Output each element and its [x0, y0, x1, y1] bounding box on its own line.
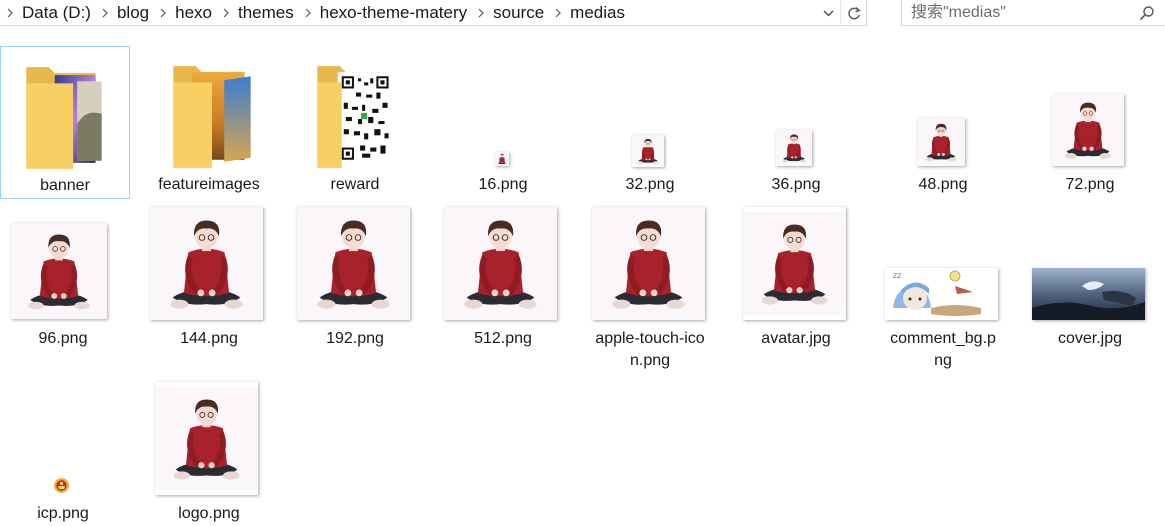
file-item-avatar-jpg[interactable]: avatar.jpg: [733, 200, 859, 370]
file-item-cover-jpg[interactable]: cover.jpg: [1027, 200, 1153, 370]
chevron-right-icon[interactable]: [471, 1, 491, 25]
breadcrumb-item-source[interactable]: source: [491, 1, 548, 25]
chevron-right-icon[interactable]: [548, 1, 568, 25]
file-name-label: featureimages: [158, 176, 260, 193]
folder-item-banner[interactable]: banner: [0, 46, 130, 199]
file-item-96-png[interactable]: 96.png: [0, 200, 126, 370]
image-thumbnail: [776, 130, 812, 166]
breadcrumb-item-themes[interactable]: themes: [236, 1, 298, 25]
folder-icon: [26, 67, 102, 169]
file-item-logo-png[interactable]: logo.png: [146, 375, 272, 527]
image-thumbnail: [11, 223, 107, 319]
image-thumbnail: [297, 207, 410, 320]
image-thumbnail: [495, 152, 509, 166]
file-name-label: 192.png: [326, 330, 384, 347]
file-item-32-png[interactable]: 32.png: [587, 46, 713, 199]
image-thumbnail: [917, 118, 965, 166]
image-thumbnail: [150, 207, 263, 320]
image-thumbnail: [53, 477, 70, 494]
search-icon[interactable]: [1139, 5, 1155, 21]
file-name-label: avatar.jpg: [761, 330, 831, 347]
file-name-label: 16.png: [478, 176, 528, 193]
folder-icon: [317, 66, 393, 168]
folder-icon: [173, 66, 251, 168]
chevron-right-icon[interactable]: [216, 1, 236, 25]
file-item-144-png[interactable]: 144.png: [146, 200, 272, 370]
file-name-label: 144.png: [180, 330, 238, 347]
folder-item-reward[interactable]: reward: [292, 46, 418, 199]
breadcrumb-item-medias[interactable]: medias: [568, 1, 629, 25]
chevron-down-icon[interactable]: [818, 0, 838, 26]
file-item-comment-bg-png[interactable]: ZZ comment_bg.p ng: [880, 200, 1006, 370]
chevron-right-icon[interactable]: [153, 1, 173, 25]
file-name-label: 32.png: [625, 176, 675, 193]
file-item-36-png[interactable]: 36.png: [733, 46, 859, 199]
file-name-label: apple-touch-ico: [595, 330, 705, 347]
file-item-72-png[interactable]: 72.png: [1027, 46, 1153, 199]
file-name-label: cover.jpg: [1057, 330, 1123, 347]
image-thumbnail: [632, 135, 664, 167]
refresh-icon[interactable]: [840, 0, 866, 26]
file-item-512-png[interactable]: 512.png: [440, 200, 566, 370]
file-name-label: comment_bg.p: [890, 330, 996, 347]
address-bar[interactable]: Data (D:) blog hexo themes hexo-theme-ma…: [0, 0, 867, 26]
file-name-label: 36.png: [771, 176, 821, 193]
file-item-apple-touch-icon-png[interactable]: apple-touch-ico n.png: [587, 200, 713, 370]
file-name-label: banner: [40, 177, 90, 194]
image-thumbnail: [1032, 268, 1145, 320]
file-name-label: icp.png: [37, 505, 89, 522]
search-input[interactable]: [902, 0, 1122, 25]
file-name-label-line2: n.png: [629, 352, 671, 369]
file-name-label: logo.png: [178, 505, 240, 522]
file-name-label: 512.png: [474, 330, 532, 347]
file-name-label: reward: [330, 176, 380, 193]
image-thumbnail: [743, 207, 846, 320]
folder-item-featureimages[interactable]: featureimages: [146, 46, 272, 199]
chevron-right-icon[interactable]: [298, 1, 318, 25]
navigation-bar: Data (D:) blog hexo themes hexo-theme-ma…: [0, 0, 1165, 27]
file-name-label-line2: ng: [934, 352, 952, 369]
file-name-label: 96.png: [38, 330, 88, 347]
breadcrumb-item-theme[interactable]: hexo-theme-matery: [318, 1, 471, 25]
image-thumbnail: ZZ: [885, 268, 998, 320]
image-thumbnail: [155, 382, 258, 495]
image-thumbnail: [592, 207, 705, 320]
file-item-192-png[interactable]: 192.png: [292, 200, 418, 370]
search-box[interactable]: [901, 0, 1165, 26]
file-item-16-png[interactable]: 16.png: [440, 46, 566, 199]
file-name-label: 72.png: [1065, 176, 1115, 193]
breadcrumb-item-blog[interactable]: blog: [115, 1, 153, 25]
chevron-right-icon[interactable]: [0, 1, 20, 25]
image-thumbnail: [444, 207, 557, 320]
chevron-right-icon[interactable]: [95, 1, 115, 25]
breadcrumb-item-hexo[interactable]: hexo: [173, 1, 216, 25]
image-thumbnail: [1052, 94, 1124, 166]
breadcrumb-item-drive[interactable]: Data (D:): [20, 1, 95, 25]
svg-text:ZZ: ZZ: [893, 273, 901, 280]
file-item-48-png[interactable]: 48.png: [880, 46, 1006, 199]
file-item-icp-png[interactable]: icp.png: [0, 375, 126, 527]
file-name-label: 48.png: [918, 176, 968, 193]
